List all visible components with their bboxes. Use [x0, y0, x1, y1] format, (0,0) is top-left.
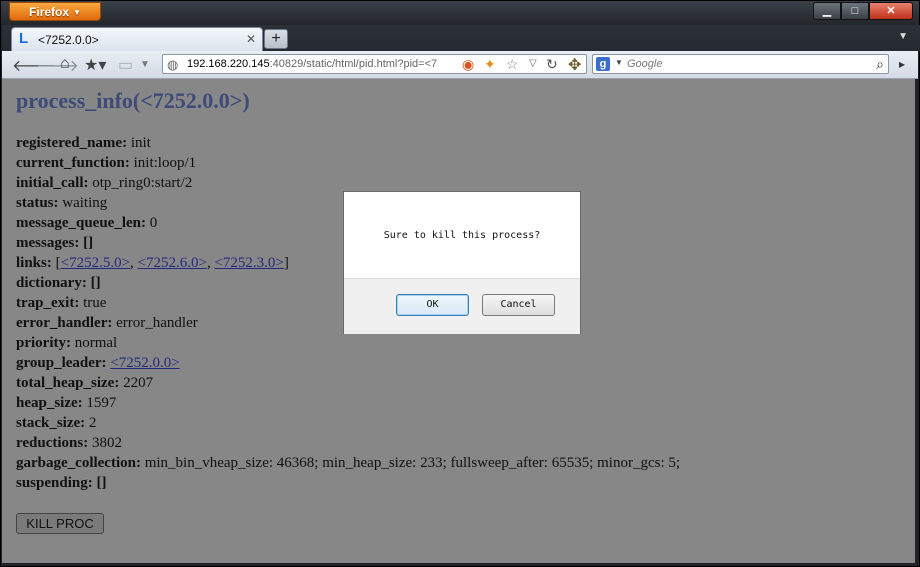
- pid-link[interactable]: <7252.0.0>: [110, 355, 179, 371]
- url-path: :40829/static/html/pid.html?pid=<7: [269, 58, 438, 70]
- field-key: garbage_collection:: [16, 455, 141, 471]
- field-key: status:: [16, 195, 59, 211]
- close-tab-icon[interactable]: ✕: [246, 32, 256, 46]
- field-row: current_function: init:loop/1: [16, 154, 680, 174]
- chevron-down-icon: ▼: [73, 8, 81, 17]
- tab-title: <7252.0.0>: [38, 33, 99, 47]
- cancel-button[interactable]: Cancel: [482, 294, 555, 316]
- page-title: process_info(<7252.0.0>): [16, 88, 250, 113]
- minimize-button[interactable]: ▁: [813, 2, 841, 20]
- field-value: 2: [88, 415, 97, 431]
- tab-strip: L <7252.0.0> ✕ + ▼: [2, 25, 920, 51]
- field-value: normal: [74, 335, 118, 351]
- list-all-tabs-icon[interactable]: ▼: [898, 31, 908, 42]
- field-key: total_heap_size:: [16, 375, 120, 391]
- addon-toolbar-icon[interactable]: ✥: [568, 55, 581, 75]
- field-key: initial_call:: [16, 175, 89, 191]
- site-favicon-icon: L: [19, 30, 29, 47]
- globe-icon: ◍: [167, 57, 179, 72]
- field-value: error_handler: [116, 315, 198, 331]
- url-host: 192.168.220.145: [187, 58, 270, 70]
- field-key: group_leader:: [16, 355, 107, 371]
- home-icon[interactable]: ⌂: [60, 55, 70, 73]
- field-row: garbage_collection: min_bin_vheap_size: …: [16, 454, 680, 474]
- field-value: 3802: [91, 435, 122, 451]
- field-key: priority:: [16, 335, 71, 351]
- field-key: current_function:: [16, 155, 130, 171]
- search-input[interactable]: Google: [627, 58, 662, 70]
- url-bar[interactable]: ◍ 192.168.220.145:40829/static/html/pid.…: [162, 54, 587, 74]
- field-key: message_queue_len:: [16, 215, 146, 231]
- tab-current[interactable]: L <7252.0.0> ✕: [11, 27, 263, 51]
- field-row: heap_size: 1597: [16, 394, 680, 414]
- field-value: 0: [149, 215, 158, 231]
- dialog-footer: OK Cancel: [344, 278, 580, 334]
- bookmark-star-icon[interactable]: ☆: [506, 56, 519, 73]
- kill-proc-button[interactable]: KILL PROC: [16, 513, 104, 534]
- ok-button[interactable]: OK: [396, 294, 469, 316]
- downloads-icon[interactable]: ▭: [118, 55, 133, 75]
- url-text[interactable]: 192.168.220.145:40829/static/html/pid.ht…: [187, 58, 457, 70]
- search-bar[interactable]: g ▼ Google ⌕: [592, 54, 889, 74]
- search-icon[interactable]: ⌕: [876, 56, 884, 73]
- reload-icon[interactable]: ↻: [546, 56, 558, 73]
- new-tab-button[interactable]: +: [264, 29, 288, 49]
- search-engine-icon[interactable]: g: [596, 57, 610, 71]
- field-key: messages: []: [16, 235, 94, 251]
- field-key: dictionary: []: [16, 275, 101, 291]
- field-key: reductions:: [16, 435, 89, 451]
- field-bracket: ]: [283, 255, 289, 271]
- field-value: init: [130, 135, 151, 151]
- field-value: waiting: [62, 195, 108, 211]
- addon-icon[interactable]: ◉: [462, 56, 474, 73]
- forward-arrow-icon[interactable]: 🡒: [36, 55, 79, 76]
- dialog-message: Sure to kill this process?: [383, 230, 541, 241]
- search-engine-dropdown-icon[interactable]: ▼: [615, 58, 623, 67]
- field-key: links:: [16, 255, 52, 271]
- title-bar: Firefox ▼ ▁ □ ✕: [1, 1, 919, 25]
- browser-window: Firefox ▼ ▁ □ ✕ L <7252.0.0> ✕ + ▼ 🡐 🡒 ⌂ …: [0, 0, 920, 567]
- field-row: stack_size: 2: [16, 414, 680, 434]
- field-row: total_heap_size: 2207: [16, 374, 680, 394]
- field-value: init:loop/1: [133, 155, 197, 171]
- field-key: trap_exit:: [16, 295, 80, 311]
- navigation-toolbar: 🡐 🡒 ⌂ ★▾ ▭ ▼ ◍ 192.168.220.145:40829/sta…: [2, 51, 918, 79]
- firefox-menu-label: Firefox: [29, 5, 70, 19]
- field-row: reductions: 3802: [16, 434, 680, 454]
- field-key: heap_size:: [16, 395, 83, 411]
- field-value: 2207: [123, 375, 154, 391]
- history-dropdown-icon[interactable]: ▼: [140, 59, 150, 70]
- url-dropdown-icon[interactable]: ▽: [529, 58, 537, 69]
- pid-link[interactable]: <7252.3.0>: [214, 255, 283, 271]
- field-row: suspending: []: [16, 474, 680, 494]
- field-value: min_bin_vheap_size: 46368; min_heap_size…: [144, 455, 681, 471]
- field-row: group_leader: <7252.0.0>: [16, 354, 680, 374]
- toolbar-overflow-icon[interactable]: ▸: [899, 57, 905, 71]
- pid-link[interactable]: <7252.5.0>: [61, 255, 130, 271]
- confirm-dialog: Sure to kill this process? OK Cancel: [343, 191, 581, 334]
- firefox-menu-button[interactable]: Firefox ▼: [9, 2, 101, 21]
- field-key: error_handler:: [16, 315, 113, 331]
- field-key: suspending: []: [16, 475, 107, 491]
- field-value: 1597: [86, 395, 117, 411]
- bookmarks-menu-icon[interactable]: ★▾: [84, 55, 106, 75]
- field-key: stack_size:: [16, 415, 86, 431]
- window-frame-right: [915, 79, 919, 563]
- close-window-button[interactable]: ✕: [869, 2, 913, 20]
- field-value: otp_ring0:start/2: [92, 175, 193, 191]
- field-key: registered_name:: [16, 135, 128, 151]
- field-row: priority: normal: [16, 334, 680, 354]
- maximize-button[interactable]: □: [841, 2, 869, 20]
- addon-fox-icon[interactable]: ✦: [484, 56, 496, 73]
- field-row: registered_name: init: [16, 134, 680, 154]
- field-value: true: [83, 295, 107, 311]
- pid-link[interactable]: <7252.6.0>: [138, 255, 207, 271]
